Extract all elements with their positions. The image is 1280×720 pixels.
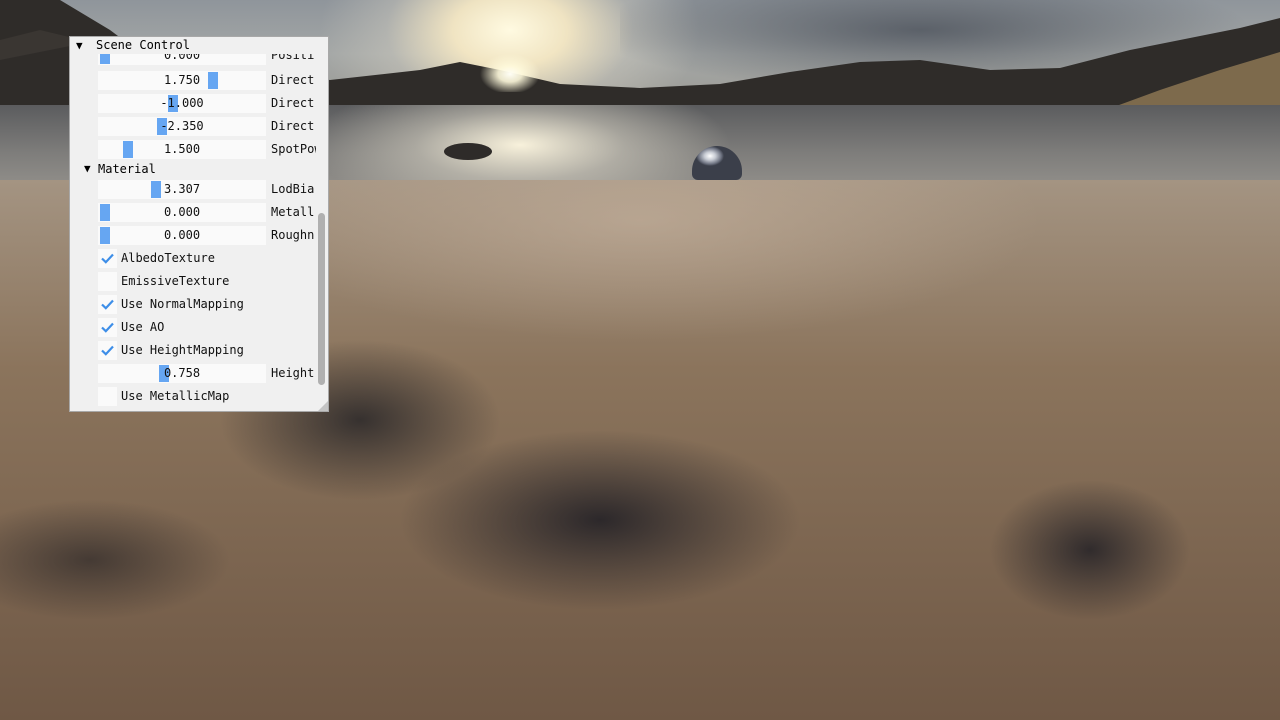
checkmark-icon: [101, 253, 114, 264]
slider-spot-power[interactable]: 1.500: [98, 140, 266, 159]
checkbox-metallic-map[interactable]: [98, 387, 117, 406]
slider-label: Direct: [271, 119, 315, 133]
checkbox-row-height-mapping: Use HeightMapping: [70, 341, 316, 360]
slider-height-scale[interactable]: 0.758: [98, 364, 266, 383]
slider-value: 0.000: [163, 54, 201, 62]
slider-row-position: 0.000 Positi: [70, 54, 316, 65]
checkbox-label: Use MetallicMap: [121, 389, 230, 403]
slider-value: -1.000: [160, 96, 204, 110]
window-title: Scene Control: [96, 38, 190, 52]
slider-value: 3.307: [163, 182, 201, 196]
window-titlebar[interactable]: ▼ Scene Control: [70, 37, 328, 54]
slider-row-lod-bias: 3.307 LodBia: [70, 180, 316, 199]
checkbox-row-albedo: AlbedoTexture: [70, 249, 316, 268]
slider-value: 0.000: [163, 228, 201, 242]
sun: [480, 52, 540, 92]
slider-label: Direct: [271, 96, 315, 110]
checkbox-height-mapping[interactable]: [98, 341, 117, 360]
checkmark-icon: [101, 345, 114, 356]
collapse-triangle-icon[interactable]: ▼: [84, 160, 98, 179]
slider-row-spot-power: 1.500 SpotPow: [70, 140, 316, 159]
checkbox-row-normal-mapping: Use NormalMapping: [70, 295, 316, 314]
checkbox-label: AlbedoTexture: [121, 251, 215, 265]
slider-row-direction-z: -2.350 Direct: [70, 117, 316, 136]
checkbox-albedo-texture[interactable]: [98, 249, 117, 268]
scene-control-window: ▼ Scene Control 0.000 Positi 1.750 Direc…: [69, 36, 329, 412]
slider-metallic[interactable]: 0.000: [98, 203, 266, 222]
rock-object: [444, 143, 492, 160]
slider-label: Roughn: [271, 228, 315, 242]
checkbox-label: Use HeightMapping: [121, 343, 244, 357]
checkbox-ao[interactable]: [98, 318, 117, 337]
slider-value: 0.000: [163, 205, 201, 219]
scrollbar-thumb[interactable]: [318, 213, 325, 385]
checkbox-label: Use AO: [121, 320, 165, 334]
slider-value: 0.758: [163, 366, 201, 380]
slider-row-metallic: 0.000 Metall: [70, 203, 316, 222]
material-header-label: Material: [98, 162, 156, 176]
checkbox-emissive-texture[interactable]: [98, 272, 117, 291]
slider-label: Positi: [271, 54, 315, 62]
slider-row-direction-y: -1.000 Direct: [70, 94, 316, 113]
checkbox-normal-mapping[interactable]: [98, 295, 117, 314]
slider-position[interactable]: 0.000: [98, 54, 266, 65]
slider-row-direction-x: 1.750 Direct: [70, 71, 316, 90]
slider-direction-y[interactable]: -1.000: [98, 94, 266, 113]
slider-row-roughness: 0.000 Roughn: [70, 226, 316, 245]
resize-grip-icon[interactable]: [318, 401, 328, 411]
slider-label: Direct: [271, 73, 315, 87]
checkbox-row-ao: Use AO: [70, 318, 316, 337]
slider-roughness[interactable]: 0.000: [98, 226, 266, 245]
vertical-scrollbar[interactable]: [316, 54, 328, 411]
slider-label: SpotPow: [271, 142, 316, 156]
checkmark-icon: [101, 299, 114, 310]
checkbox-label: EmissiveTexture: [121, 274, 230, 288]
slider-label: LodBia: [271, 182, 315, 196]
slider-value: 1.500: [163, 142, 201, 156]
material-header[interactable]: ▼ Material: [70, 160, 316, 179]
checkmark-icon: [101, 322, 114, 333]
slider-label: Height: [271, 366, 315, 380]
checkbox-row-emissive: EmissiveTexture: [70, 272, 316, 291]
slider-row-height-scale: 0.758 Height: [70, 364, 316, 383]
checkbox-row-metallic-map: Use MetallicMap: [70, 387, 316, 406]
slider-label: Metall: [271, 205, 315, 219]
window-content: 0.000 Positi 1.750 Direct -1.000 Direct …: [70, 54, 316, 411]
checkbox-label: Use NormalMapping: [121, 297, 244, 311]
slider-direction-x[interactable]: 1.750: [98, 71, 266, 90]
slider-value: -2.350: [160, 119, 204, 133]
slider-lod-bias[interactable]: 3.307: [98, 180, 266, 199]
slider-value: 1.750: [163, 73, 201, 87]
slider-direction-z[interactable]: -2.350: [98, 117, 266, 136]
collapse-triangle-icon[interactable]: ▼: [76, 37, 96, 54]
